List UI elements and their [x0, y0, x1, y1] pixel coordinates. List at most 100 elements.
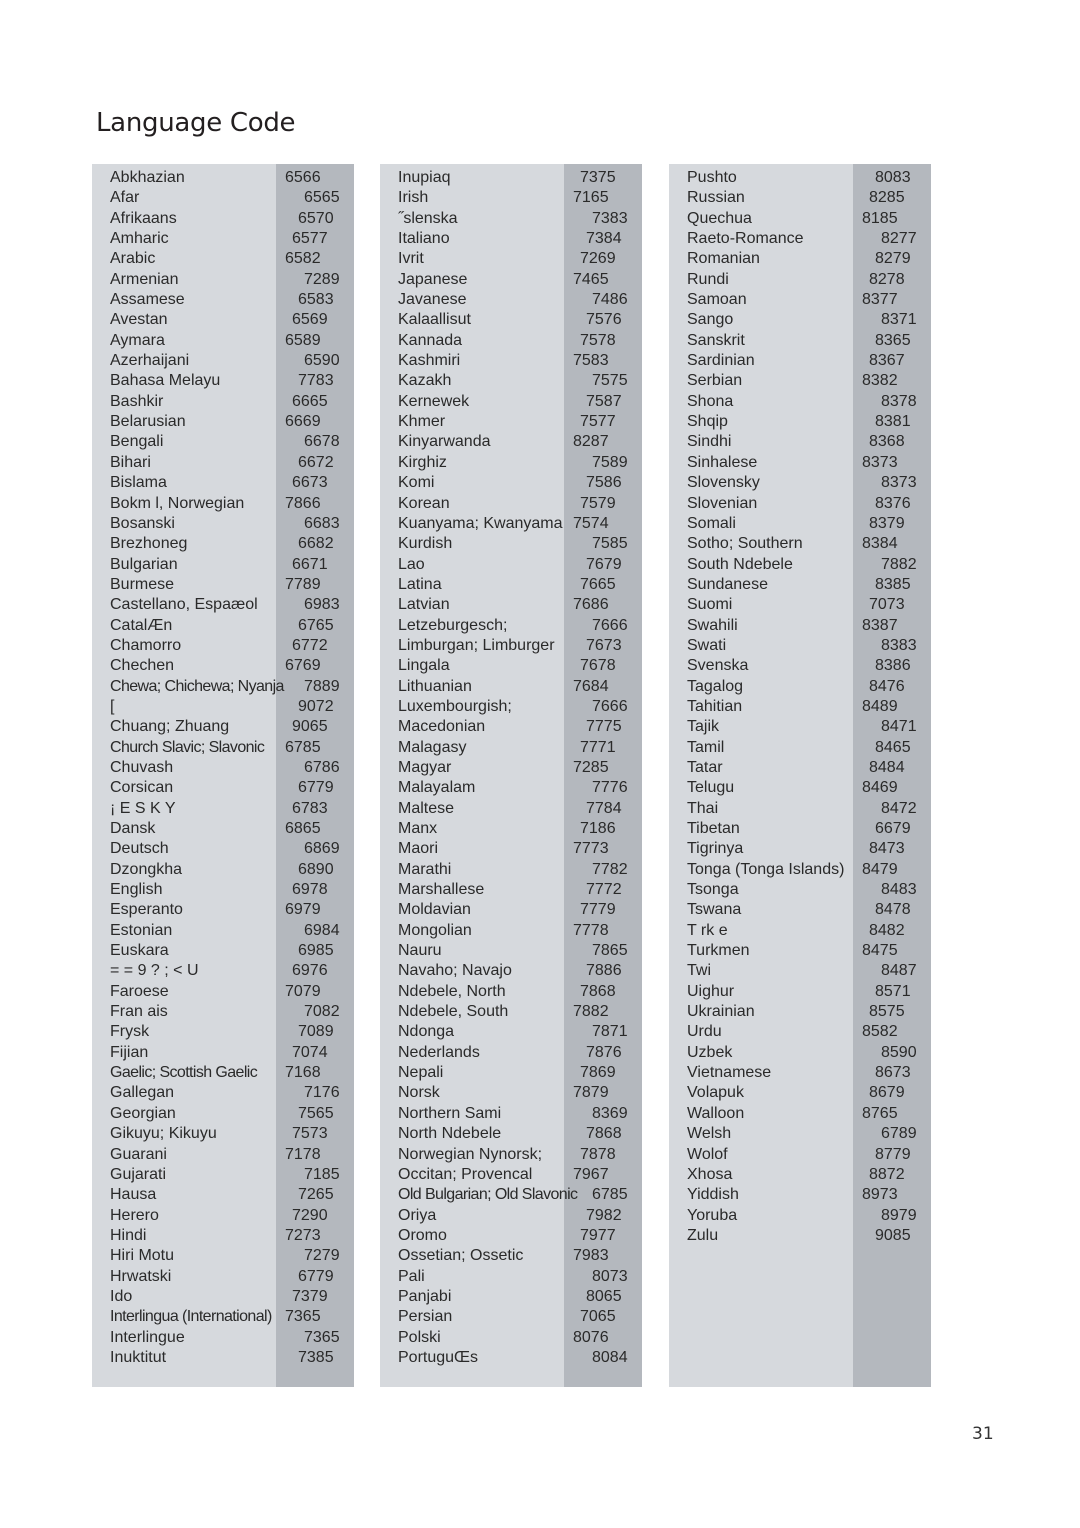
language-code: 6671 [292, 555, 328, 573]
language-name: Macedonian [398, 718, 486, 736]
language-row: Ndebele, North 7868 [380, 983, 642, 1004]
language-row: Slovenian 8376 [669, 494, 931, 516]
language-name: Bokm l, Norwegian [110, 494, 245, 512]
language-code: 7684 [573, 677, 609, 695]
language-name: Kirghiz [398, 453, 447, 471]
language-row: Marshallese 7772 [380, 882, 642, 902]
language-name: Slovenian [687, 494, 758, 512]
language-code: 7889 [304, 677, 340, 695]
language-name: Thai [687, 799, 719, 817]
language-name: T rk e [687, 921, 728, 939]
language-name: Hausa [110, 1186, 157, 1204]
language-name: Northern Sami [398, 1104, 502, 1122]
language-name: Abkhazian [110, 169, 185, 186]
language-name: Bislama [110, 474, 167, 492]
language-row: Uzbek 8590 [669, 1043, 931, 1065]
page-number: 31 [972, 1424, 994, 1444]
language-row: Russian 8285 [669, 190, 931, 210]
language-row: Slovensky 8373 [669, 475, 931, 495]
language-code: 6665 [292, 392, 328, 410]
language-row: Xhosa 8872 [669, 1166, 931, 1187]
language-code: 7583 [573, 352, 609, 370]
language-code: 7775 [586, 718, 622, 736]
language-name: Navaho; Navajo [398, 962, 512, 980]
language-name: Yiddish [687, 1186, 739, 1204]
language-code: 6772 [292, 636, 328, 654]
language-code: 8575 [869, 1003, 905, 1021]
language-code: 6779 [298, 1267, 334, 1285]
language-row: Lingala 7678 [380, 658, 642, 678]
language-name: Lingala [398, 657, 450, 675]
language-name: Bengali [110, 433, 164, 451]
language-name: Kernewek [398, 392, 470, 410]
language-code: 8185 [862, 209, 898, 227]
language-row: Panjabi 8065 [380, 1287, 642, 1309]
language-code: 8073 [592, 1267, 628, 1285]
language-list: Inupiaq 7375 Irish 7165 ˝slenska 7383 Italiano… [380, 170, 642, 1370]
language-code: 6785 [592, 1186, 628, 1204]
language-code: 8590 [881, 1043, 917, 1061]
language-code: 7379 [292, 1287, 328, 1305]
language-row: Kuanyama; Kwanyama 7574 [380, 515, 642, 536]
language-name: Georgian [110, 1104, 176, 1122]
language-row: Armenian 7289 [92, 271, 354, 292]
language-name: Burmese [110, 575, 175, 593]
language-code: 8285 [869, 189, 905, 207]
language-code: 8475 [862, 942, 898, 960]
language-name: Tajik [687, 718, 720, 736]
language-code-column-3: Pushto 8083 Russian 8285 Quechua 8185 Raeto-Ro… [669, 164, 931, 1387]
language-code: 8084 [592, 1348, 628, 1366]
language-code: 7365 [285, 1308, 321, 1326]
language-code: 6570 [298, 209, 334, 227]
language-row: Twi 8487 [669, 963, 931, 983]
language-code: 8382 [862, 372, 898, 390]
language-row: Estonian 6984 [92, 922, 354, 943]
language-name: Mongolian [398, 921, 472, 939]
language-code: 9072 [298, 697, 334, 715]
language-row: Persian 7065 [380, 1309, 642, 1329]
language-code: 6682 [298, 535, 334, 553]
language-row: Kalaallisut 7576 [380, 312, 642, 332]
language-row: Letzeburgesch; 7666 [380, 617, 642, 638]
language-name: Polski [398, 1328, 441, 1346]
language-name: Hiri Motu [110, 1247, 175, 1265]
language-row: Dansk 6865 [92, 821, 354, 841]
language-code: 6673 [292, 474, 328, 492]
language-row: Latina 7665 [380, 575, 642, 597]
language-name: Kazakh [398, 372, 452, 390]
language-row: Kirghiz 7589 [380, 453, 642, 475]
language-code: 7185 [304, 1165, 340, 1183]
language-row: Shqip 8381 [669, 414, 931, 434]
language-name: Moldavian [398, 901, 471, 919]
language-name: Tatar [687, 758, 723, 776]
language-name: Bosanski [110, 514, 175, 532]
language-code: 7079 [285, 982, 321, 1000]
language-name: Walloon [687, 1104, 745, 1122]
language-row: Abkhazian 6566 [92, 170, 354, 190]
language-name: Marshallese [398, 881, 485, 899]
language-name: Bashkir [110, 392, 164, 410]
language-code: 8377 [862, 291, 898, 309]
language-row: Kannada 7578 [380, 332, 642, 353]
language-code: 7773 [573, 840, 609, 858]
language-row: Malayalam 7776 [380, 780, 642, 800]
language-code: 8373 [881, 474, 917, 492]
language-row: Uighur 8571 [669, 983, 931, 1004]
language-code: 7273 [285, 1226, 321, 1244]
language-code: 8065 [586, 1287, 622, 1305]
language-name: Marathi [398, 860, 452, 878]
language-row: Hiri Motu 7279 [92, 1248, 354, 1268]
language-code: 6679 [875, 820, 911, 837]
language-name: Inupiaq [398, 169, 451, 186]
language-code-column-2: Inupiaq 7375 Irish 7165 ˝slenska 7383 Italiano… [380, 164, 642, 1387]
language-name: Malagasy [398, 738, 467, 756]
language-code: 8287 [573, 433, 609, 451]
language-code: 7665 [580, 575, 616, 593]
language-row: Maori 7773 [380, 841, 642, 861]
language-name: Bihari [110, 453, 151, 471]
language-row: Ndebele, South 7882 [380, 1004, 642, 1024]
language-code: 8472 [881, 799, 917, 817]
language-name: Tonga (Tonga Islands) [687, 860, 845, 878]
language-code: 6978 [292, 881, 328, 899]
language-code: 7783 [298, 372, 334, 390]
